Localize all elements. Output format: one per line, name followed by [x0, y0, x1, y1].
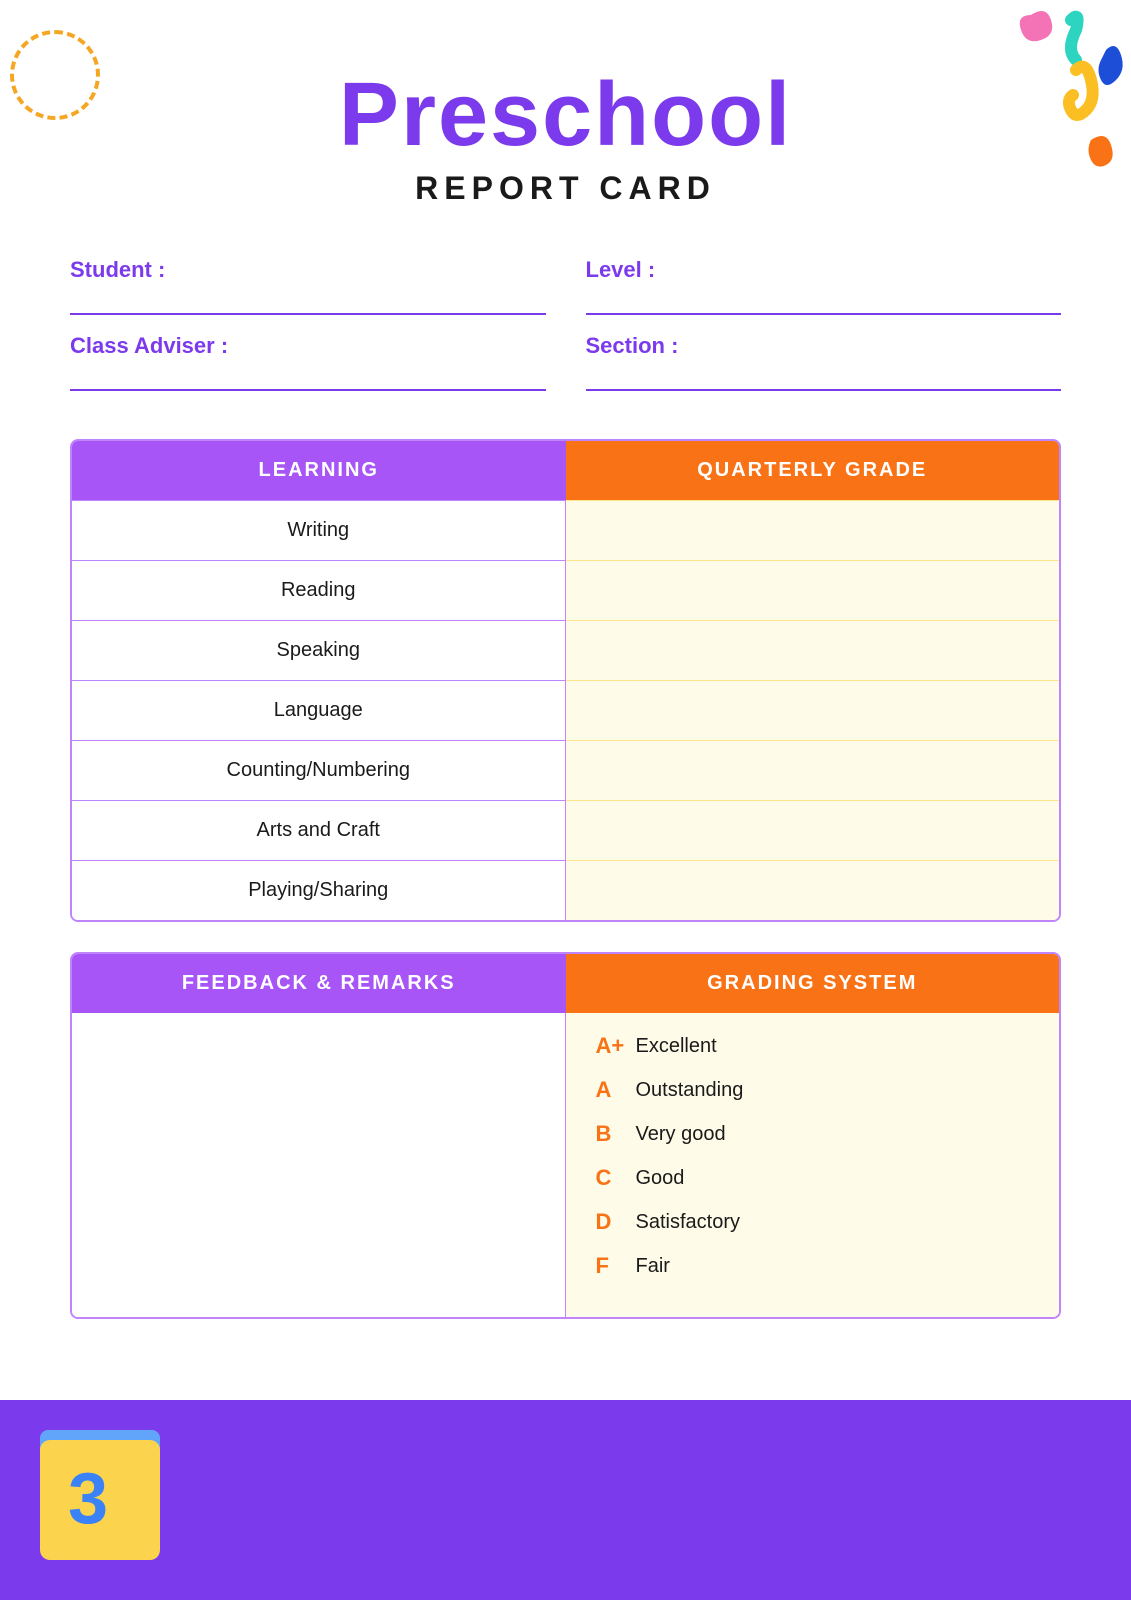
student-label: Student : [70, 257, 165, 283]
grade-letter: A [596, 1077, 636, 1103]
learning-table-section: LEARNING QUARTERLY GRADE WritingReadingS… [70, 439, 1061, 922]
grade-cell[interactable] [566, 500, 1060, 560]
table-row: Speaking [72, 620, 566, 680]
info-right-column: Level : Section : [586, 257, 1062, 409]
toy-block-number: 3 [68, 1458, 108, 1540]
deco-circle [10, 30, 100, 120]
level-field: Level : [586, 257, 1062, 315]
info-left-column: Student : Class Adviser : [70, 257, 546, 409]
grade-cell[interactable] [566, 740, 1060, 800]
grading-body: A+ExcellentAOutstandingBVery goodCGoodDS… [566, 1013, 1060, 1317]
section-label: Section : [586, 333, 679, 359]
feedback-header: FEEDBACK & REMARKS [72, 954, 566, 1013]
student-field: Student : [70, 257, 546, 315]
grade-row: FFair [596, 1253, 1030, 1279]
table-row: Playing/Sharing [72, 860, 566, 920]
class-adviser-label: Class Adviser : [70, 333, 228, 359]
level-input-line[interactable] [586, 287, 1062, 315]
grade-letter: D [596, 1209, 636, 1235]
table-row: Counting/Numbering [72, 740, 566, 800]
grade-description: Good [636, 1167, 685, 1190]
quarterly-grade-header: QUARTERLY GRADE [566, 441, 1060, 500]
learning-header: LEARNING [72, 441, 566, 500]
table-row: Writing [72, 500, 566, 560]
info-section: Student : Class Adviser : Level : Sec [70, 257, 1061, 409]
table-row: Arts and Craft [72, 800, 566, 860]
class-adviser-input-line[interactable] [70, 363, 546, 391]
section-field: Section : [586, 333, 1062, 391]
grade-cell[interactable] [566, 620, 1060, 680]
grade-row: AOutstanding [596, 1077, 1030, 1103]
table-row: Reading [72, 560, 566, 620]
grade-row: BVery good [596, 1121, 1030, 1147]
deco-shapes-top-right [891, 0, 1131, 200]
grading-system-header: GRADING SYSTEM [566, 954, 1060, 1013]
grade-description: Excellent [636, 1035, 717, 1058]
toy-block-decoration: 3 [40, 1420, 180, 1560]
grade-row: CGood [596, 1165, 1030, 1191]
bottom-grid: FEEDBACK & REMARKS GRADING SYSTEM A+Exce… [70, 952, 1061, 1319]
grade-letter: A+ [596, 1033, 636, 1059]
grade-letter: B [596, 1121, 636, 1147]
class-adviser-field: Class Adviser : [70, 333, 546, 391]
grade-row: A+Excellent [596, 1033, 1030, 1059]
section-input-line[interactable] [586, 363, 1062, 391]
feedback-body[interactable] [72, 1013, 566, 1317]
level-label: Level : [586, 257, 656, 283]
learning-table: LEARNING QUARTERLY GRADE WritingReadingS… [70, 439, 1061, 922]
grade-description: Outstanding [636, 1079, 744, 1102]
page: Preschool REPORT CARD Student : Class Ad… [0, 0, 1131, 1600]
grade-description: Very good [636, 1123, 726, 1146]
grade-row: DSatisfactory [596, 1209, 1030, 1235]
grade-description: Fair [636, 1255, 670, 1278]
grade-cell[interactable] [566, 860, 1060, 920]
table-row: Language [72, 680, 566, 740]
grade-letter: C [596, 1165, 636, 1191]
grade-cell[interactable] [566, 800, 1060, 860]
grade-cell[interactable] [566, 560, 1060, 620]
bottom-section: FEEDBACK & REMARKS GRADING SYSTEM A+Exce… [70, 952, 1061, 1319]
student-input-line[interactable] [70, 287, 546, 315]
grade-cell[interactable] [566, 680, 1060, 740]
grade-description: Satisfactory [636, 1211, 740, 1234]
grade-letter: F [596, 1253, 636, 1279]
